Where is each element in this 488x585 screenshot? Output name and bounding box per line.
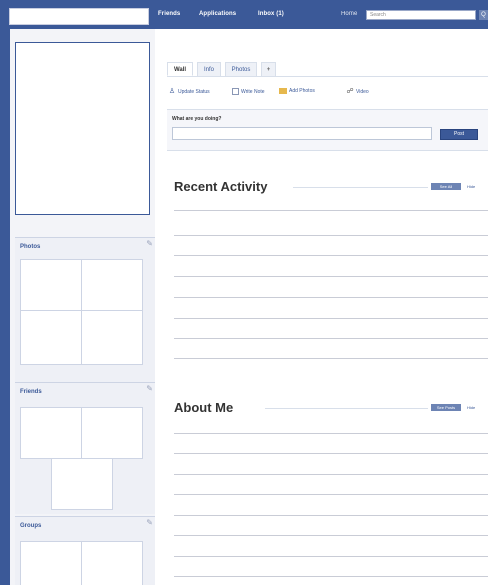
pencil-icon[interactable]: ✎ [146, 239, 153, 248]
pencil-icon[interactable]: ✎ [146, 384, 153, 393]
about-line [174, 474, 488, 475]
post-button[interactable]: Post [440, 129, 478, 140]
tab-info[interactable]: Info [197, 62, 221, 76]
search-input[interactable]: Search [366, 10, 476, 20]
video-label: Video [356, 89, 369, 95]
add-photos-label: Add Photos [289, 88, 315, 94]
pencil-icon[interactable]: ✎ [146, 518, 153, 527]
photo-thumbnail[interactable] [81, 310, 143, 365]
friend-thumbnail[interactable] [51, 458, 113, 510]
activity-line [174, 235, 488, 236]
activity-line [174, 358, 488, 359]
activity-line [174, 297, 488, 298]
status-publisher: What are you doing? Post [167, 109, 488, 151]
friends-box-title[interactable]: Friends [20, 389, 42, 395]
about-me-title: About Me [174, 400, 234, 415]
video-camera-icon: ☍ [346, 88, 354, 95]
update-status-label: Update Status [178, 89, 210, 95]
section-divider [293, 187, 428, 188]
person-icon: ♙ [168, 88, 176, 95]
photo-thumbnail[interactable] [81, 259, 143, 311]
profile-page: Photos ✎ Friends ✎ Groups ✎ Wall Info Ph… [10, 29, 488, 585]
write-note-action[interactable]: Write Note [232, 88, 265, 95]
activity-line [174, 255, 488, 256]
tab-photos[interactable]: Photos [225, 62, 257, 76]
left-sidebar: Photos ✎ Friends ✎ Groups ✎ [10, 29, 155, 585]
friends-box: Friends ✎ [15, 382, 155, 514]
recent-activity-title: Recent Activity [174, 179, 268, 194]
add-photos-action[interactable]: Add Photos [279, 88, 315, 94]
about-line [174, 535, 488, 536]
about-me-hide-link[interactable]: Hide [467, 405, 475, 410]
photo-thumbnail[interactable] [20, 259, 82, 311]
tab-add[interactable]: + [261, 62, 276, 76]
activity-line [174, 318, 488, 319]
logo-placeholder[interactable] [9, 8, 149, 25]
nav-friends-link[interactable]: Friends [158, 11, 180, 17]
nav-inbox-link[interactable]: Inbox (1) [258, 11, 284, 17]
search-button[interactable]: Q [479, 10, 488, 20]
group-thumbnail[interactable] [81, 541, 143, 585]
about-line [174, 453, 488, 454]
tab-wall[interactable]: Wall [167, 62, 193, 76]
about-line [174, 494, 488, 495]
photo-icon [279, 88, 287, 94]
status-prompt: What are you doing? [172, 116, 222, 122]
video-action[interactable]: ☍ Video [346, 88, 369, 96]
friend-thumbnail[interactable] [20, 407, 82, 459]
about-line [174, 556, 488, 557]
photos-box-title[interactable]: Photos [20, 244, 40, 250]
nav-home-link[interactable]: Home [341, 11, 357, 17]
tab-divider [167, 76, 488, 77]
about-line [174, 576, 488, 577]
recent-activity-hide-link[interactable]: Hide [467, 184, 475, 189]
photo-thumbnail[interactable] [20, 310, 82, 365]
profile-picture[interactable] [15, 42, 150, 215]
activity-line [174, 276, 488, 277]
nav-applications-link[interactable]: Applications [199, 11, 236, 17]
status-input[interactable] [172, 127, 432, 140]
friend-thumbnail[interactable] [81, 407, 143, 459]
activity-line [174, 338, 488, 339]
about-line [174, 433, 488, 434]
write-note-label: Write Note [241, 88, 265, 95]
group-thumbnail[interactable] [20, 541, 82, 585]
about-me-see-posts-button[interactable]: See Posts [431, 404, 461, 411]
section-divider [265, 408, 428, 409]
top-navigation-bar: Friends Applications Inbox (1) Home Sear… [0, 0, 488, 26]
recent-activity-see-all-button[interactable]: See All [431, 183, 461, 190]
note-icon [232, 88, 239, 95]
photos-box: Photos ✎ [15, 237, 155, 387]
activity-line [174, 210, 488, 211]
groups-box: Groups ✎ [15, 516, 155, 585]
groups-box-title[interactable]: Groups [20, 523, 41, 529]
about-line [174, 515, 488, 516]
update-status-action[interactable]: ♙ Update Status [168, 88, 210, 96]
